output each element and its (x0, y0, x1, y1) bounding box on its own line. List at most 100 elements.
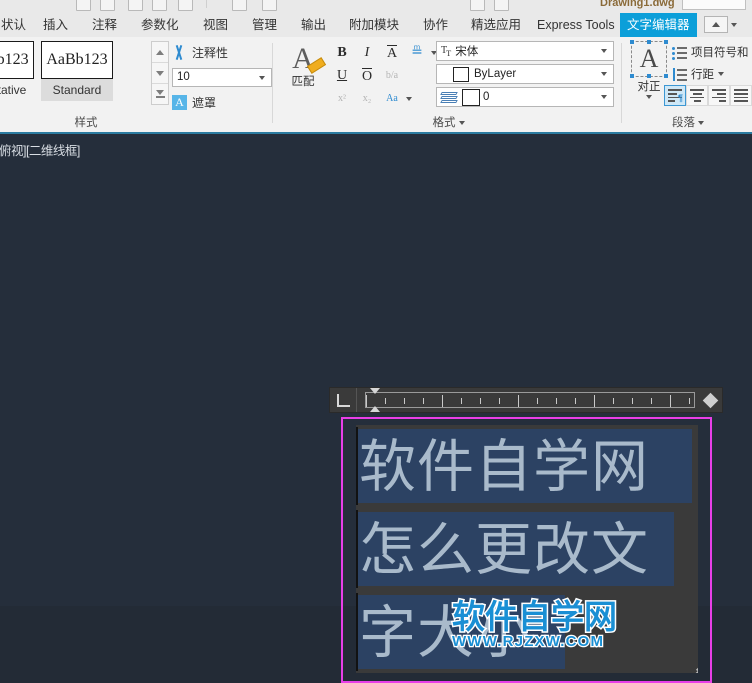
panel-label-paragraph-text: 段落 (672, 117, 695, 129)
handle-icon (630, 40, 634, 44)
layer-combo[interactable]: 0 (436, 87, 614, 107)
pilcrow-icon: ¶ (677, 93, 683, 103)
viewport-top-border (0, 132, 752, 134)
chevron-down-icon (601, 49, 607, 53)
qat-search-box[interactable] (682, 0, 746, 10)
paragraph-options: 项目符号和 行距 (672, 41, 752, 85)
italic-button[interactable]: I (355, 42, 379, 64)
panel-expand-icon[interactable] (458, 120, 465, 125)
style-card-standard[interactable]: AaBb123 Standard (41, 41, 113, 101)
qat-preview-icon[interactable] (494, 0, 509, 11)
chevron-down-icon[interactable] (718, 72, 724, 76)
tab-view[interactable]: 视图 (196, 13, 235, 37)
clear-formatting-button[interactable]: ≞ (405, 42, 429, 64)
bullets-icon (672, 46, 687, 60)
tab-insert[interactable]: 插入 (36, 13, 75, 37)
tab-parametric[interactable]: 参数化 (134, 13, 186, 37)
align-center-button[interactable] (686, 85, 708, 106)
underline-button[interactable]: U (330, 65, 354, 87)
align-justify-icon (734, 89, 748, 102)
viewport-label[interactable]: [俯视][二维线框] (0, 140, 80, 159)
autocad-text-editor-window: Drawing1.dwg 状认 插入 注释 参数化 视图 管理 输出 附加模块 … (0, 0, 752, 683)
chevron-down-icon (601, 95, 607, 99)
qat-separator (206, 0, 207, 8)
qat-undo-icon[interactable] (232, 0, 247, 11)
first-line-indent-marker[interactable] (370, 388, 380, 394)
format-combos: TT 宋体 ByLayer 0 (436, 41, 614, 110)
style-card-annotative[interactable]: AaBb123 Annotative (0, 41, 34, 101)
hanging-indent-marker[interactable] (370, 406, 380, 412)
scroll-up-button[interactable] (152, 42, 168, 63)
scroll-down-button[interactable] (152, 63, 168, 84)
ribbon-tab-bar: 状认 插入 注释 参数化 视图 管理 输出 附加模块 协作 精选应用 Expre… (0, 13, 752, 38)
triangle-down-icon (156, 70, 164, 76)
align-right-button[interactable] (708, 85, 730, 106)
text-style-gallery: AaBb123 Annotative AaBb123 Standard (0, 41, 113, 101)
ruler-column-handle-icon[interactable] (702, 392, 719, 408)
background-mask-button[interactable]: A 遮罩 (172, 91, 272, 113)
drawing-canvas[interactable]: [俯视][二维线框] 软件自学网 怎么更改文 字大小 软件自学网 WWW.RJZ… (0, 132, 752, 683)
align-left-button[interactable]: ¶ (664, 85, 686, 106)
qat-save-icon[interactable] (128, 0, 143, 11)
handle-icon (664, 40, 668, 44)
bold-button[interactable]: B (330, 42, 354, 64)
triangle-up-icon (156, 49, 164, 55)
qat-new-icon[interactable] (76, 0, 91, 11)
expand-bar-icon (155, 96, 165, 98)
annotative-icon (172, 45, 187, 60)
line-spacing-button[interactable]: 行距 (672, 63, 752, 85)
ruler-track[interactable] (365, 388, 709, 412)
match-properties-button[interactable]: A 匹配 (282, 43, 327, 89)
mask-icon: A (172, 94, 187, 110)
qat-saveas-icon[interactable] (152, 0, 167, 11)
quick-access-toolbar: Drawing1.dwg (0, 0, 752, 14)
text-color-combo[interactable]: ByLayer (436, 64, 614, 84)
qat-print-icon[interactable] (178, 0, 193, 11)
superscript-button: x² (338, 93, 346, 104)
tab-collaborate[interactable]: 协作 (416, 13, 455, 37)
tab-text-editor[interactable]: 文字编辑器 (620, 13, 697, 37)
qat-plot-icon[interactable] (470, 0, 485, 11)
ribbon-minimize-button[interactable] (704, 16, 728, 33)
align-justify-button[interactable] (730, 85, 752, 106)
panel-label-format: 格式 (276, 114, 621, 130)
color-swatch-icon (453, 66, 469, 82)
mtext-ruler[interactable] (329, 387, 723, 413)
font-name-combo[interactable]: TT 宋体 (436, 41, 614, 61)
fraction-button: b/a (380, 65, 404, 87)
stack-button[interactable]: A (380, 42, 404, 64)
overline-button[interactable]: O (355, 65, 379, 87)
qat-open-icon[interactable] (100, 0, 115, 11)
change-case-button[interactable]: Aa (380, 88, 404, 110)
match-label: 匹配 (291, 76, 315, 88)
panel-expand-icon[interactable] (698, 120, 704, 125)
line-spacing-label: 行距 (691, 69, 714, 81)
tab-featured-apps[interactable]: 精选应用 (464, 13, 528, 37)
format-row-3: x² x₂ Aa (330, 87, 438, 110)
handle-icon (664, 74, 668, 78)
bullets-numbering-button[interactable]: 项目符号和 (672, 41, 752, 63)
mtext-editor[interactable]: 软件自学网 怎么更改文 字大小 软件自学网 WWW.RJZXW.COM (329, 387, 723, 683)
qat-redo-icon[interactable] (262, 0, 277, 11)
chevron-down-icon[interactable] (406, 96, 412, 101)
mask-label: 遮罩 (192, 95, 217, 110)
tab-left-icon (336, 393, 350, 407)
gallery-expand-button[interactable] (152, 84, 168, 104)
tab-output[interactable]: 输出 (294, 13, 333, 37)
tab-annotate[interactable]: 注释 (85, 13, 124, 37)
tab-default[interactable]: 状认 (0, 13, 33, 37)
align-right-icon (712, 89, 726, 102)
style-gallery-scrollbar[interactable] (151, 41, 169, 105)
tab-manage[interactable]: 管理 (245, 13, 284, 37)
layers-icon (440, 91, 458, 104)
annotative-toggle[interactable]: 注释性 (172, 41, 272, 63)
text-height-combo[interactable]: 10 (172, 67, 272, 87)
tab-stop-button[interactable] (330, 388, 357, 412)
chevron-down-icon[interactable] (731, 22, 737, 27)
panel-label-paragraph: 段落 (624, 114, 752, 130)
tab-addins[interactable]: 附加模块 (342, 13, 406, 37)
stack-icon: A (386, 44, 398, 61)
triangle-down-icon (156, 90, 164, 95)
chevron-down-icon[interactable] (646, 95, 652, 99)
tab-express-tools[interactable]: Express Tools (530, 13, 622, 37)
